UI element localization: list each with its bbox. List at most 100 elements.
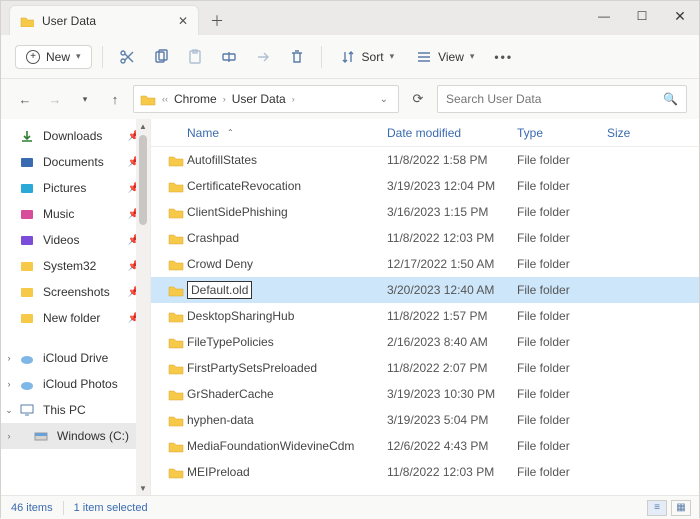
sidebar-item-label: Documents xyxy=(43,155,104,169)
sidebar-item[interactable]: Pictures📌 xyxy=(1,175,150,201)
downloads-icon xyxy=(19,129,35,143)
cut-button[interactable] xyxy=(113,45,141,69)
sidebar-item[interactable]: Downloads📌 xyxy=(1,123,150,149)
file-list: Name ⌃ Date modified Type Size AutofillS… xyxy=(151,119,699,495)
copy-button[interactable] xyxy=(147,45,175,69)
column-size[interactable]: Size xyxy=(607,126,647,140)
main: Downloads📌Documents📌Pictures📌Music📌Video… xyxy=(1,119,699,495)
folder-icon xyxy=(165,362,187,375)
column-date[interactable]: Date modified xyxy=(387,126,517,140)
paste-button[interactable] xyxy=(181,45,209,69)
table-row[interactable]: hyphen-data3/19/2023 5:04 PMFile folder xyxy=(151,407,699,433)
share-button[interactable] xyxy=(249,45,277,69)
sidebar-item[interactable]: Documents📌 xyxy=(1,149,150,175)
iphotos-icon xyxy=(19,377,35,391)
thispc-icon xyxy=(19,403,35,417)
table-row[interactable]: MEIPreload11/8/2022 12:03 PMFile folder xyxy=(151,459,699,485)
file-date: 3/19/2023 12:04 PM xyxy=(387,179,517,193)
navbar: ← → ▾ ↑ ‹‹ Chrome › User Data › ⌄ ⟳ 🔍 xyxy=(1,79,699,119)
recent-locations-button[interactable]: ▾ xyxy=(73,87,97,111)
trash-icon xyxy=(289,49,305,65)
table-row[interactable]: Crashpad11/8/2022 12:03 PMFile folder xyxy=(151,225,699,251)
tab-close-icon[interactable]: ✕ xyxy=(178,14,188,28)
new-button[interactable]: + New ▾ xyxy=(15,45,92,69)
table-row[interactable]: CertificateRevocation3/19/2023 12:04 PMF… xyxy=(151,173,699,199)
sidebar-scrollbar[interactable]: ▲ ▼ xyxy=(136,119,150,495)
search-input[interactable] xyxy=(446,92,663,106)
address-bar[interactable]: ‹‹ Chrome › User Data › ⌄ xyxy=(133,85,399,113)
view-button[interactable]: View ▾ xyxy=(408,45,482,69)
file-date: 3/16/2023 1:15 PM xyxy=(387,205,517,219)
breadcrumb-chrome[interactable]: Chrome xyxy=(174,92,217,106)
file-date: 3/19/2023 10:30 PM xyxy=(387,387,517,401)
delete-button[interactable] xyxy=(283,45,311,69)
file-date: 12/6/2022 4:43 PM xyxy=(387,439,517,453)
thumbnails-view-button[interactable]: ▦ xyxy=(671,500,691,516)
column-type[interactable]: Type xyxy=(517,126,607,140)
expand-icon[interactable]: › xyxy=(3,379,15,389)
table-row[interactable]: Crowd Deny12/17/2022 1:50 AMFile folder xyxy=(151,251,699,277)
file-type: File folder xyxy=(517,335,607,349)
forward-button[interactable]: → xyxy=(43,87,67,111)
folder-icon xyxy=(165,154,187,167)
expand-icon[interactable]: ⌄ xyxy=(3,405,15,416)
expand-icon[interactable]: › xyxy=(3,353,15,363)
refresh-button[interactable]: ⟳ xyxy=(405,91,431,107)
back-button[interactable]: ← xyxy=(13,87,37,111)
details-view-button[interactable]: ≡ xyxy=(647,500,667,516)
table-row[interactable]: DesktopSharingHub11/8/2022 1:57 PMFile f… xyxy=(151,303,699,329)
rename-icon xyxy=(221,49,237,65)
file-type: File folder xyxy=(517,153,607,167)
up-button[interactable]: ↑ xyxy=(103,87,127,111)
chevron-down-icon[interactable]: ⌄ xyxy=(380,94,392,105)
search-icon: 🔍 xyxy=(663,92,678,106)
sidebar-item[interactable]: Videos📌 xyxy=(1,227,150,253)
column-name[interactable]: Name ⌃ xyxy=(187,126,387,140)
rename-button[interactable] xyxy=(215,45,243,69)
clipboard-icon xyxy=(187,49,203,65)
table-row[interactable]: FirstPartySetsPreloaded11/8/2022 2:07 PM… xyxy=(151,355,699,381)
sidebar-item[interactable]: ›Windows (C:) xyxy=(1,423,150,449)
table-row[interactable]: Default.old3/20/2023 12:40 AMFile folder xyxy=(151,277,699,303)
sort-button[interactable]: Sort ▾ xyxy=(332,45,403,69)
minimize-button[interactable]: — xyxy=(585,1,623,31)
file-date: 11/8/2022 12:03 PM xyxy=(387,465,517,479)
file-type: File folder xyxy=(517,413,607,427)
file-type: File folder xyxy=(517,361,607,375)
sidebar-item[interactable]: ›iCloud Photos xyxy=(1,371,150,397)
scrollbar-thumb[interactable] xyxy=(139,135,147,225)
tab-user-data[interactable]: User Data ✕ xyxy=(9,5,199,35)
sort-icon xyxy=(340,49,356,65)
table-row[interactable]: FileTypePolicies2/16/2023 8:40 AMFile fo… xyxy=(151,329,699,355)
close-button[interactable]: ✕ xyxy=(661,1,699,31)
new-label: New xyxy=(46,50,70,64)
sidebar-item[interactable]: New folder📌 xyxy=(1,305,150,331)
disk-icon xyxy=(33,429,49,443)
rename-input[interactable]: Default.old xyxy=(187,281,252,299)
file-type: File folder xyxy=(517,309,607,323)
sidebar-item[interactable]: ›iCloud Drive xyxy=(1,345,150,371)
scroll-down-icon[interactable]: ▼ xyxy=(136,481,150,495)
sidebar-item-label: Music xyxy=(43,207,74,221)
breadcrumb-userdata[interactable]: User Data xyxy=(232,92,286,106)
table-row[interactable]: GrShaderCache3/19/2023 10:30 PMFile fold… xyxy=(151,381,699,407)
table-row[interactable]: ClientSidePhishing3/16/2023 1:15 PMFile … xyxy=(151,199,699,225)
sidebar-item[interactable]: ⌄This PC xyxy=(1,397,150,423)
maximize-button[interactable]: ☐ xyxy=(623,1,661,31)
scroll-up-icon[interactable]: ▲ xyxy=(136,119,150,133)
expand-icon[interactable]: › xyxy=(3,431,15,441)
tab-title: User Data xyxy=(42,14,170,28)
file-type: File folder xyxy=(517,205,607,219)
more-button[interactable]: ••• xyxy=(488,46,519,68)
sidebar-item[interactable]: System32📌 xyxy=(1,253,150,279)
pictures-icon xyxy=(19,181,35,195)
table-row[interactable]: MediaFoundationWidevineCdm12/6/2022 4:43… xyxy=(151,433,699,459)
sidebar-item[interactable]: Screenshots📌 xyxy=(1,279,150,305)
search-box[interactable]: 🔍 xyxy=(437,85,687,113)
sidebar-item[interactable]: Music📌 xyxy=(1,201,150,227)
chevron-right-icon: › xyxy=(292,94,295,104)
table-row[interactable]: AutofillStates11/8/2022 1:58 PMFile fold… xyxy=(151,147,699,173)
file-name: GrShaderCache xyxy=(187,387,387,401)
file-date: 3/20/2023 12:40 AM xyxy=(387,283,517,297)
new-tab-button[interactable]: ＋ xyxy=(203,7,231,35)
